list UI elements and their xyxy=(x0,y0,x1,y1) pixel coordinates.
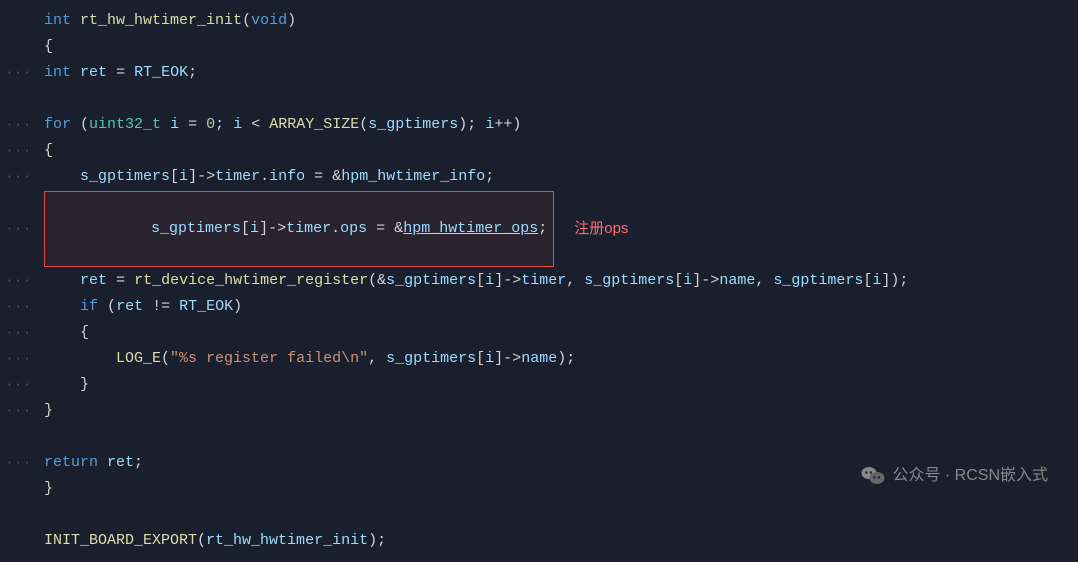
line-content-8: s_gptimers[i]->timer.ops = &hpm_hwtimer_… xyxy=(40,191,1078,267)
line-content-7: s_gptimers[i]->timer.info = &hpm_hwtimer… xyxy=(40,165,1078,189)
line-content-4 xyxy=(40,87,1078,111)
line-content-11: { xyxy=(40,321,1078,345)
line-dots-8: ··· xyxy=(0,219,40,240)
watermark-label: 公众号 · RCSN嵌入式 xyxy=(892,463,1048,489)
line-content-5: for (uint32_t i = 0; i < ARRAY_SIZE(s_gp… xyxy=(40,113,1078,137)
code-line-3: ··· int ret = RT_EOK; xyxy=(0,60,1078,86)
line-dots-5: ··· xyxy=(0,115,40,136)
line-content-6: { xyxy=(40,139,1078,163)
code-line-7: ··· s_gptimers[i]->timer.info = &hpm_hwt… xyxy=(0,164,1078,190)
line-content-14: } xyxy=(40,399,1078,423)
code-line-9: ··· ret = rt_device_hwtimer_register(&s_… xyxy=(0,268,1078,294)
line-dots-11: ··· xyxy=(0,323,40,344)
code-line-18 xyxy=(0,502,1078,528)
code-line-6: ··· { xyxy=(0,138,1078,164)
line-dots-9: ··· xyxy=(0,271,40,292)
code-line-10: ··· if (ret != RT_EOK) xyxy=(0,294,1078,320)
line-content-9: ret = rt_device_hwtimer_register(&s_gpti… xyxy=(40,269,1078,293)
code-line-2: { xyxy=(0,34,1078,60)
line-content-13: } xyxy=(40,373,1078,397)
code-line-11: ··· { xyxy=(0,320,1078,346)
line-dots-6: ··· xyxy=(0,141,40,162)
line-content-12: LOG_E("%s register failed\n", s_gptimers… xyxy=(40,347,1078,371)
code-line-15 xyxy=(0,424,1078,450)
code-line-13: ··· } xyxy=(0,372,1078,398)
code-line-5: ··· for (uint32_t i = 0; i < ARRAY_SIZE(… xyxy=(0,112,1078,138)
line-dots-14: ··· xyxy=(0,401,40,422)
line-content-10: if (ret != RT_EOK) xyxy=(40,295,1078,319)
line-content-1: int rt_hw_hwtimer_init(void) xyxy=(40,9,1078,33)
line-dots-16: ··· xyxy=(0,453,40,474)
line-content-3: int ret = RT_EOK; xyxy=(40,61,1078,85)
annotation-ops: 注册ops xyxy=(574,217,628,241)
line-dots-7: ··· xyxy=(0,167,40,188)
line-content-2: { xyxy=(40,35,1078,59)
wechat-icon xyxy=(860,463,886,489)
line-dots-10: ··· xyxy=(0,297,40,318)
line-content-15 xyxy=(40,425,1078,449)
code-line-12: ··· LOG_E("%s register failed\n", s_gpti… xyxy=(0,346,1078,372)
code-line-8-highlighted: ··· s_gptimers[i]->timer.ops = &hpm_hwti… xyxy=(0,190,1078,268)
code-line-14: ··· } xyxy=(0,398,1078,424)
code-line-1: int rt_hw_hwtimer_init(void) xyxy=(0,8,1078,34)
line-dots-12: ··· xyxy=(0,349,40,370)
code-line-4 xyxy=(0,86,1078,112)
line-dots-3: ··· xyxy=(0,63,40,84)
line-content-19: INIT_BOARD_EXPORT(rt_hw_hwtimer_init); xyxy=(40,529,1078,553)
line-dots-13: ··· xyxy=(0,375,40,396)
watermark: 公众号 · RCSN嵌入式 xyxy=(860,463,1048,489)
code-line-19: INIT_BOARD_EXPORT(rt_hw_hwtimer_init); xyxy=(0,528,1078,554)
